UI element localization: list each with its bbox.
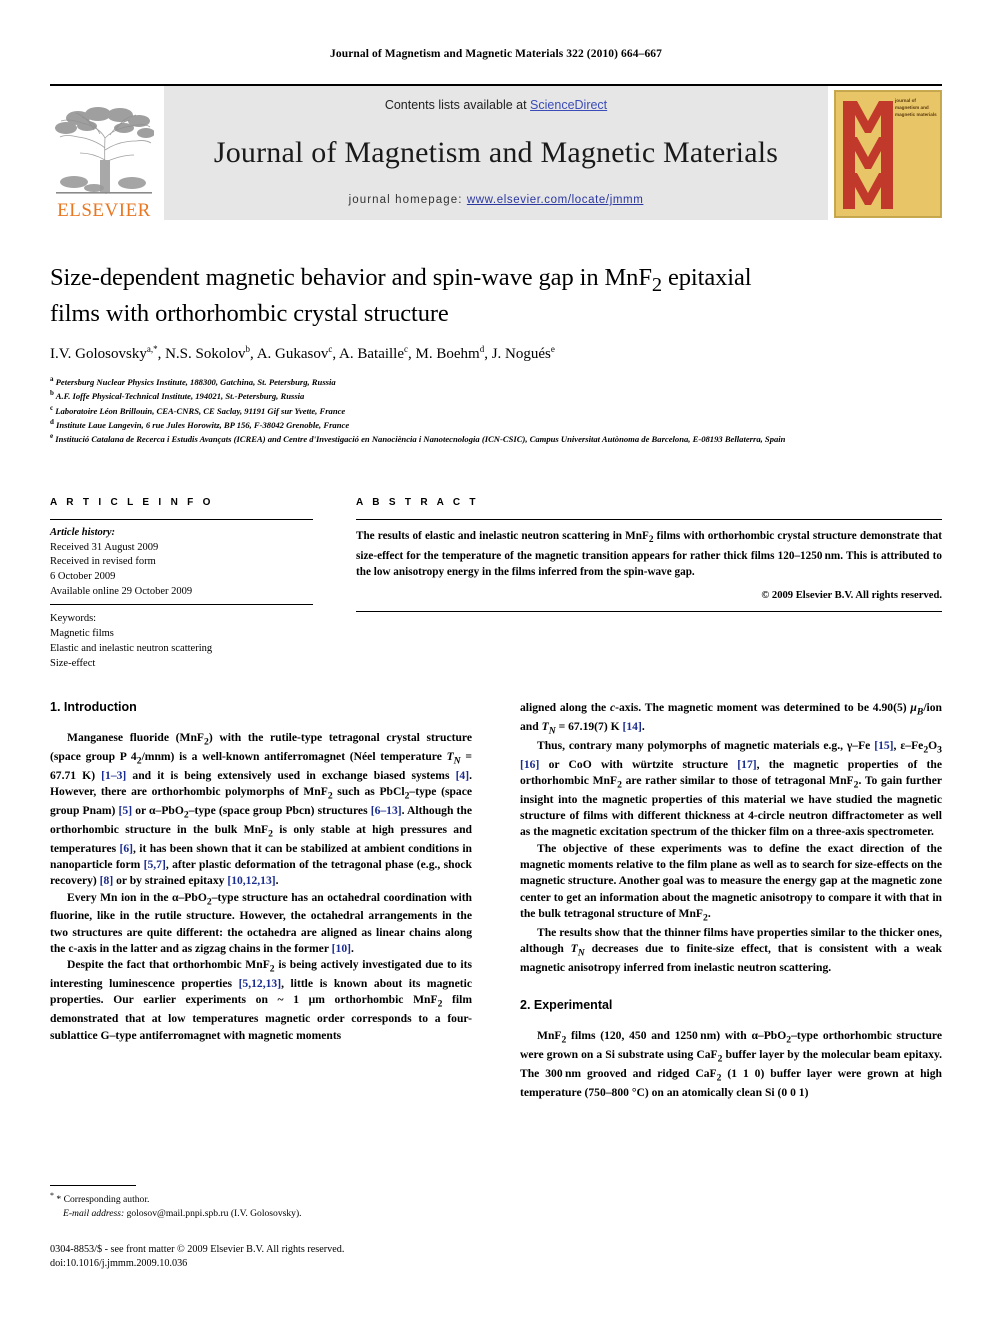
email-note: E-mail address: golosov@mail.pnpi.spb.ru…: [50, 1207, 472, 1220]
asterisk-icon: *: [50, 1191, 54, 1200]
info-abstract-row: A R T I C L E I N F O Article history: R…: [50, 497, 942, 671]
history-item: Received in revised form: [50, 556, 156, 568]
running-head: Journal of Magnetism and Magnetic Materi…: [330, 48, 662, 60]
journal-cover-thumbnail: journal of magnetism and magnetic materi…: [834, 90, 942, 218]
affiliation-item: b A.F. Ioffe Physical-Technical Institut…: [50, 389, 305, 402]
affiliation-item: a Petersburg Nuclear Physics Institute, …: [50, 374, 336, 387]
email-label: E-mail address:: [63, 1207, 125, 1219]
abstract-column: A B S T R A C T The results of elastic a…: [356, 497, 942, 671]
abstract-bottom-rule: [356, 610, 942, 612]
article-history-block: Article history: Received 31 August 2009…: [50, 519, 313, 606]
history-item: 6 October 2009: [50, 571, 116, 583]
article-info-column: A R T I C L E I N F O Article history: R…: [50, 497, 313, 671]
affiliation-item: d Institute Laue Langevin, 6 rue Jules H…: [50, 418, 350, 430]
keyword-item: Elastic and inelastic neutron scattering: [50, 642, 213, 654]
paragraph: The objective of these experiments was t…: [520, 841, 942, 924]
keywords-label: Keywords:: [50, 613, 97, 625]
paragraph: Manganese fluoride (MnF2) with the rutil…: [50, 731, 473, 888]
right-column: aligned along the c-axis. The magnetic m…: [520, 700, 942, 1101]
corresponding-author-note: * * Corresponding author.: [50, 1190, 472, 1207]
footnote-rule: [50, 1185, 136, 1186]
journal-homepage-line: journal homepage: www.elsevier.com/locat…: [349, 194, 644, 206]
imprint-line-1: 0304-8853/$ - see front matter © 2009 El…: [50, 1244, 345, 1255]
paragraph: Despite the fact that orthorhombic MnF2 …: [50, 958, 473, 1042]
section-heading-introduction: 1. Introduction: [50, 700, 137, 714]
paper-page: Journal of Magnetism and Magnetic Materi…: [0, 0, 992, 1323]
paragraph: Thus, contrary many polymorphs of magnet…: [520, 738, 942, 839]
elsevier-logo: ELSEVIER: [50, 86, 158, 220]
cover-caption: journal of magnetism and magnetic materi…: [895, 98, 937, 117]
article-info-heading: A R T I C L E I N F O: [50, 497, 214, 508]
paragraph: The results show that the thinner films …: [520, 925, 943, 974]
article-history-label: Article history:: [50, 527, 116, 538]
email-value: golosov@mail.pnpi.spb.ru (I.V. Golosovsk…: [126, 1207, 302, 1219]
elsevier-tree-icon: [54, 104, 154, 200]
cover-footer-rule: [890, 210, 936, 213]
keywords-block: Keywords: Magnetic films Elastic and ine…: [50, 605, 313, 671]
sciencedirect-link[interactable]: ScienceDirect: [530, 98, 607, 112]
journal-masthead: ELSEVIER Contents lists available at Sci…: [50, 84, 942, 222]
contents-available-line: Contents lists available at ScienceDirec…: [385, 98, 607, 112]
footnote-block: * * Corresponding author. E-mail address…: [50, 1185, 472, 1220]
corresponding-author-text: * Corresponding author.: [56, 1194, 150, 1206]
imprint-block: 0304-8853/$ - see front matter © 2009 El…: [50, 1243, 480, 1272]
left-column: 1. Introduction Manganese fluoride (MnF2…: [50, 700, 472, 1101]
journal-title: Journal of Magnetism and Magnetic Materi…: [213, 136, 779, 169]
history-item: Available online 29 October 2009: [50, 585, 193, 597]
elsevier-wordmark: ELSEVIER: [57, 200, 151, 221]
page-title: Size-dependent magnetic behavior and spi…: [50, 264, 752, 328]
abstract-heading: A B S T R A C T: [356, 497, 479, 508]
keyword-item: Magnetic films: [50, 628, 114, 640]
affiliation-list: a Petersburg Nuclear Physics Institute, …: [50, 374, 942, 446]
abstract-text: The results of elastic and inelastic neu…: [356, 530, 942, 578]
title-block: Size-dependent magnetic behavior and spi…: [50, 262, 942, 446]
author-list: I.V. Golosovskya,*, N.S. Sokolovb, A. Gu…: [50, 344, 555, 363]
keyword-item: Size-effect: [50, 657, 96, 669]
body-columns: 1. Introduction Manganese fluoride (MnF2…: [50, 700, 942, 1101]
paragraph: MnF2 films (120, 450 and 1250 nm) with α…: [520, 1029, 943, 1099]
abstract-copyright: © 2009 Elsevier B.V. All rights reserved…: [761, 589, 942, 601]
imprint-line-2: doi:10.1016/j.jmmm.2009.10.036: [50, 1258, 188, 1270]
affiliation-item: e Institució Catalana de Recerca i Estud…: [50, 432, 786, 445]
masthead-center: Contents lists available at ScienceDirec…: [164, 86, 828, 220]
paragraph: Every Mn ion in the α–PbO2–type structur…: [50, 890, 473, 956]
contents-prefix: Contents lists available at: [384, 98, 531, 112]
section-heading-experimental: 2. Experimental: [520, 998, 613, 1013]
history-item: Received 31 August 2009: [50, 541, 159, 553]
homepage-prefix: journal homepage:: [348, 194, 467, 206]
affiliation-item: c Laboratoire Léon Brillouin, CEA-CNRS, …: [50, 403, 346, 416]
journal-homepage-link[interactable]: www.elsevier.com/locate/jmmm: [467, 194, 644, 206]
paragraph: aligned along the c-axis. The magnetic m…: [520, 701, 942, 737]
